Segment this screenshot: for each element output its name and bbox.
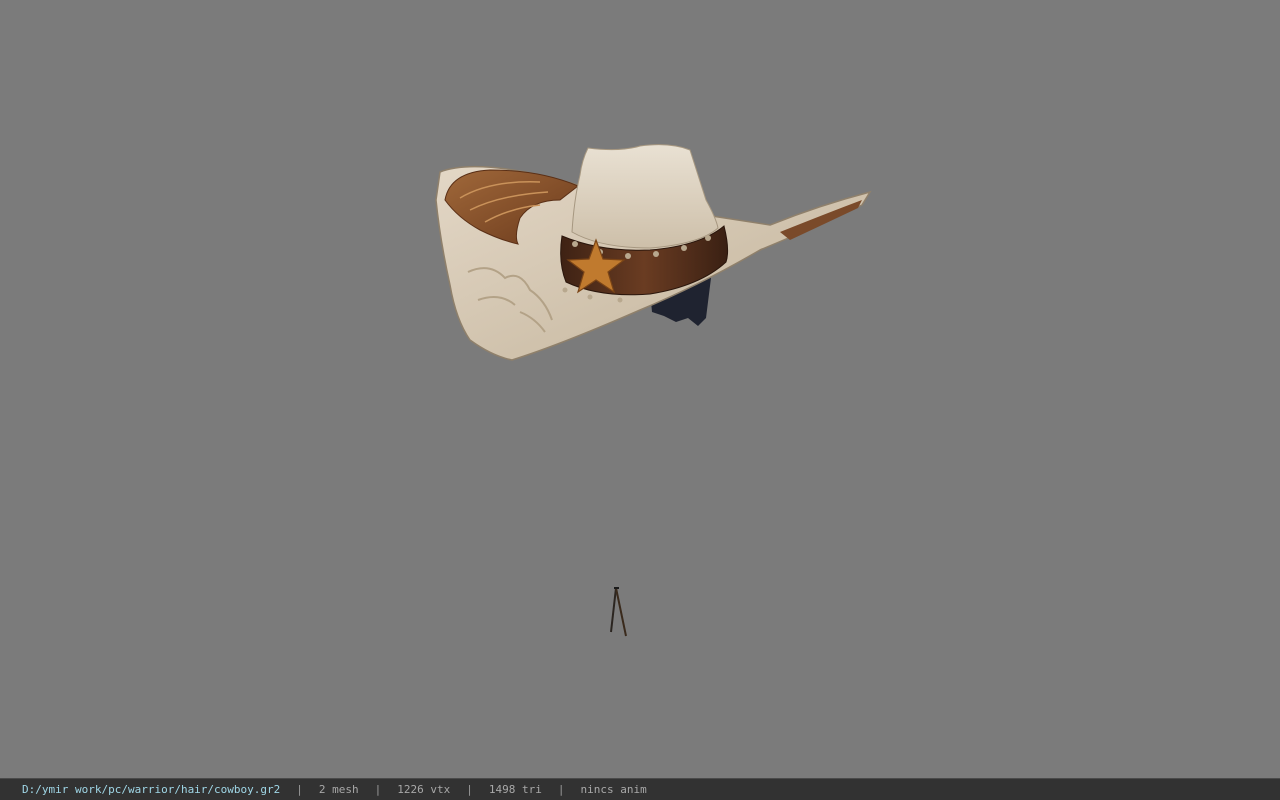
cowboy-hat-model[interactable] [435,144,872,361]
status-separator: | [557,783,565,796]
3d-viewport[interactable] [0,0,1280,778]
mesh-count: 2 mesh [318,783,359,796]
file-path: D:/ymir work/pc/warrior/hair/cowboy.gr2 [22,783,281,796]
triangle-count: 1498 tri [488,783,542,796]
hat-crown [571,144,719,249]
origin-axis-gizmo [610,587,627,637]
viewport-canvas[interactable] [0,0,1280,778]
animation-status: nincs anim [580,783,647,796]
status-separator: | [296,783,303,796]
status-separator: | [374,783,382,796]
status-bar: D:/ymir work/pc/warrior/hair/cowboy.gr2 … [0,778,1280,800]
status-separator: | [466,783,473,796]
vertex-count: 1226 vtx [397,783,451,796]
